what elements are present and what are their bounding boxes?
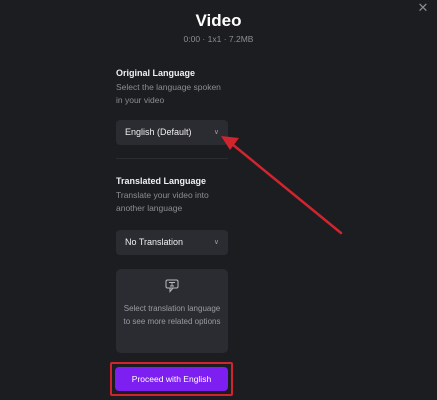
modal-title: Video	[195, 11, 242, 30]
translate-icon	[165, 279, 179, 293]
proceed-button[interactable]: Proceed with English	[115, 367, 228, 391]
translated-language-description: Translate your video into another langua…	[116, 190, 209, 213]
info-text: Select translation language to see more …	[123, 304, 221, 326]
translation-info-box: Select translation language to see more …	[116, 269, 228, 353]
original-language-title: Original Language	[116, 68, 196, 78]
translated-language-value: No Translation	[125, 237, 184, 247]
section-divider	[116, 158, 228, 159]
translated-language-title: Translated Language	[116, 176, 207, 186]
video-modal: ✕ Video 0:00 · 1x1 · 7.2MB Original Lang…	[0, 0, 437, 400]
original-language-select[interactable]: English (Default) ∨	[116, 120, 228, 145]
chevron-down-icon: ∨	[213, 239, 219, 246]
original-language-value: English (Default)	[125, 127, 192, 137]
original-language-description: Select the language spoken in your video	[116, 82, 221, 105]
chevron-down-icon: ∨	[213, 129, 219, 136]
video-meta: 0:00 · 1x1 · 7.2MB	[183, 34, 254, 44]
translated-language-select[interactable]: No Translation ∨	[116, 230, 228, 255]
